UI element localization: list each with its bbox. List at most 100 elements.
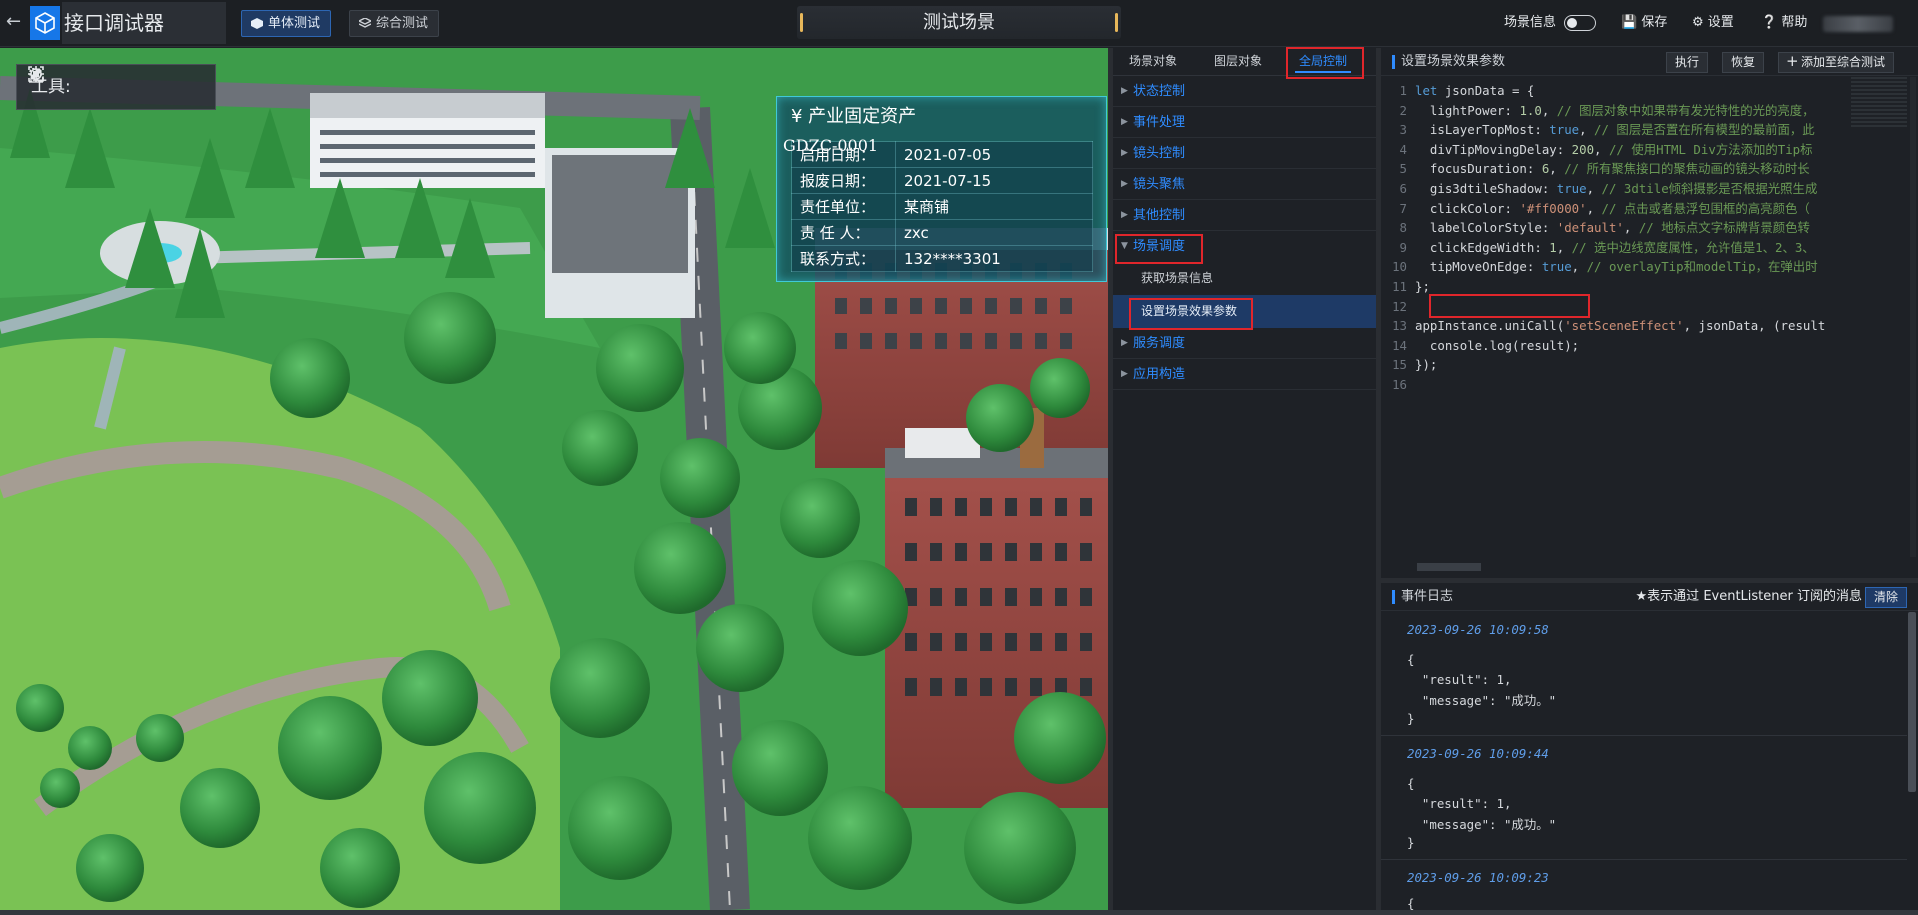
scene-info-label: 场景信息 [1504, 15, 1557, 30]
line-number: 1 [1399, 83, 1407, 98]
log-entry: 2023-09-26 10:09:58 { "result": 1, "mess… [1381, 612, 1907, 736]
sub-get-scene-info[interactable]: 获取场景信息 [1113, 262, 1376, 295]
add-to-combined-label: 添加至综合测试 [1801, 55, 1886, 69]
line-number: 6 [1399, 181, 1407, 196]
info-card-title-text: ¥ 产业固定资产 [791, 106, 917, 127]
save-button[interactable]: 💾 保存 [1621, 13, 1667, 33]
combined-test-button[interactable]: 综合测试 [349, 10, 440, 37]
log-entry: 2023-09-26 10:09:23 { [1381, 860, 1907, 911]
tab-scene-objects[interactable]: 场景对象 [1113, 48, 1193, 76]
log-timestamp: 2023-09-26 10:09:23 [1407, 870, 1549, 885]
scene-info-toggle[interactable]: 场景信息 [1504, 13, 1597, 33]
line-number: 8 [1399, 220, 1407, 236]
menu-label: 服务调度 [1133, 336, 1186, 351]
menu-other-control[interactable]: ▶ 其他控制 [1113, 200, 1376, 231]
menu-state-control[interactable]: ▶ 状态控制 [1113, 76, 1376, 107]
log-header: 事件日志 ★表示通过 EventListener 订阅的消息 清除 [1381, 583, 1918, 611]
api-tree-panel: 场景对象 图层对象 全局控制 ▶ 状态控制 ▶ 事件处理 ▶ 镜头控制 ▶ 镜头聚焦 ▶… [1113, 47, 1376, 910]
caret-right-icon: ▶ [1121, 210, 1128, 220]
gears-icon[interactable] [27, 65, 45, 83]
log-title: 事件日志 [1391, 583, 1453, 611]
log-line: } [1407, 711, 1415, 726]
line-number: 7 [1399, 200, 1407, 216]
menu-label: 镜头聚焦 [1133, 177, 1186, 192]
cube-icon [251, 18, 263, 29]
line-number: 9 [1399, 239, 1407, 255]
line-number: 12 [1392, 298, 1407, 314]
menu-label: 镜头控制 [1133, 146, 1186, 161]
highlight-box [1115, 234, 1203, 264]
caret-right-icon: ▶ [1121, 338, 1128, 348]
single-test-button[interactable]: 单体测试 [241, 10, 332, 37]
code-text: divTipMovingDelay: 200, // 使用HTML Div方法添… [1415, 141, 1813, 157]
log-timestamp: 2023-09-26 10:09:44 [1407, 746, 1549, 761]
line-number: 13 [1392, 318, 1407, 334]
menu-label: 事件处理 [1133, 115, 1186, 130]
help-button[interactable]: ❔ 帮助 [1761, 13, 1807, 33]
code-text: focusDuration: 6, // 所有聚焦接口的聚焦动画的镜头移动时长 [1415, 161, 1810, 177]
gear-icon: ⚙ [1692, 15, 1704, 30]
asset-code: GDZC-0001 [783, 136, 879, 155]
code-text: appInstance.uniCall('setSceneEffect', js… [1415, 318, 1826, 334]
code-text: isLayerTopMost: true, // 图层是否置在所有模型的最前面，… [1415, 122, 1815, 138]
caret-right-icon: ▶ [1121, 179, 1128, 189]
menu-app-construct[interactable]: ▶ 应用构造 [1113, 359, 1376, 390]
settings-button[interactable]: ⚙ 设置 [1692, 13, 1734, 33]
help-icon: ❔ [1761, 15, 1778, 30]
log-entry: 2023-09-26 10:09:44 { "result": 1, "mess… [1381, 736, 1907, 860]
code-minimap[interactable] [1851, 77, 1907, 127]
line-number: 10 [1392, 259, 1407, 275]
menu-camera-focus[interactable]: ▶ 镜头聚焦 [1113, 169, 1376, 200]
restore-button[interactable]: 恢复 [1722, 52, 1765, 73]
asset-info-card: ¥ 产业固定资产 GDZC-0001 启用日期： 2021-07-05 报废日期： 2… [776, 96, 1107, 282]
line-number: 16 [1392, 377, 1407, 392]
menu-event-handling[interactable]: ▶ 事件处理 [1113, 107, 1376, 138]
highlight-box [1429, 294, 1590, 318]
menu-service-dispatch[interactable]: ▶ 服务调度 [1113, 328, 1376, 359]
code-text: }); [1415, 357, 1438, 373]
log-timestamp: 2023-09-26 10:09:58 [1407, 622, 1549, 637]
code-header: 设置场景效果参数 执行 恢复 + 添加至综合测试 [1381, 48, 1918, 76]
log-line: "result": 1, [1407, 796, 1512, 811]
caret-right-icon: ▶ [1121, 148, 1128, 158]
code-text: clickEdgeWidth: 1, // 选中边线宽度属性，允许值是1、2、3… [1415, 239, 1815, 255]
info-card-title: ¥ 产业固定资产 GDZC-0001 [777, 97, 1106, 155]
menu-label: 应用构造 [1133, 367, 1186, 382]
toolbox: 工具: [16, 64, 216, 110]
single-test-label: 单体测试 [268, 16, 321, 31]
line-number: 11 [1392, 279, 1407, 294]
log-note: ★表示通过 EventListener 订阅的消息 [1635, 589, 1862, 604]
line-number: 5 [1399, 161, 1407, 177]
highlight-box [1129, 298, 1253, 330]
code-horizontal-scrollbar[interactable] [1417, 563, 1481, 571]
code-text: clickColor: '#ff0000', // 点击或者悬浮包围框的高亮颜色… [1415, 200, 1810, 216]
caret-right-icon: ▶ [1121, 117, 1128, 127]
3d-scene-view[interactable]: 工具: ¥ 产业固定资产 GDZC-0001 启用日期： 2021-07-05 报废… [0, 48, 1108, 910]
run-button[interactable]: 执行 [1666, 52, 1709, 73]
code-text: lightPower: 1.0, // 图层对象中如果带有发光特性的光的亮度， [1415, 102, 1815, 118]
code-editor-panel: 设置场景效果参数 执行 恢复 + 添加至综合测试 1 let jsonData =… [1381, 48, 1918, 578]
help-label: 帮助 [1781, 15, 1808, 30]
scene-title: 测试场景 [797, 6, 1121, 39]
code-vertical-scrollbar[interactable] [1910, 77, 1916, 557]
code-text: console.log(result); [1415, 337, 1580, 353]
line-number: 4 [1399, 141, 1407, 157]
clear-log-button[interactable]: 清除 [1864, 587, 1907, 608]
log-line: "result": 1, [1407, 672, 1512, 687]
user-avatar[interactable] [1823, 16, 1893, 32]
save-icon: 💾 [1621, 15, 1638, 30]
log-line: { [1407, 652, 1415, 667]
menu-camera-control[interactable]: ▶ 镜头控制 [1113, 138, 1376, 169]
back-arrow-icon[interactable]: ← [6, 12, 26, 32]
highlight-box [1286, 47, 1364, 79]
toggle-switch[interactable] [1564, 14, 1597, 31]
line-number: 14 [1392, 337, 1407, 353]
top-bar: ← 接口调试器 单体测试 综合测试 测试场景 场景信息 💾 保存 ⚙ 设置 ❔ … [0, 0, 1918, 47]
caret-right-icon: ▶ [1121, 86, 1128, 96]
add-to-combined-button[interactable]: + 添加至综合测试 [1778, 52, 1895, 73]
tab-layer-objects[interactable]: 图层对象 [1198, 48, 1278, 76]
bottom-border [0, 910, 1918, 915]
log-scrollbar[interactable] [1908, 612, 1916, 792]
event-log-panel: 事件日志 ★表示通过 EventListener 订阅的消息 清除 2023-0… [1381, 583, 1918, 911]
menu-list: ▶ 状态控制 ▶ 事件处理 ▶ 镜头控制 ▶ 镜头聚焦 ▶ 其他控制 ▼ 场景调度 获取场景… [1113, 76, 1376, 390]
